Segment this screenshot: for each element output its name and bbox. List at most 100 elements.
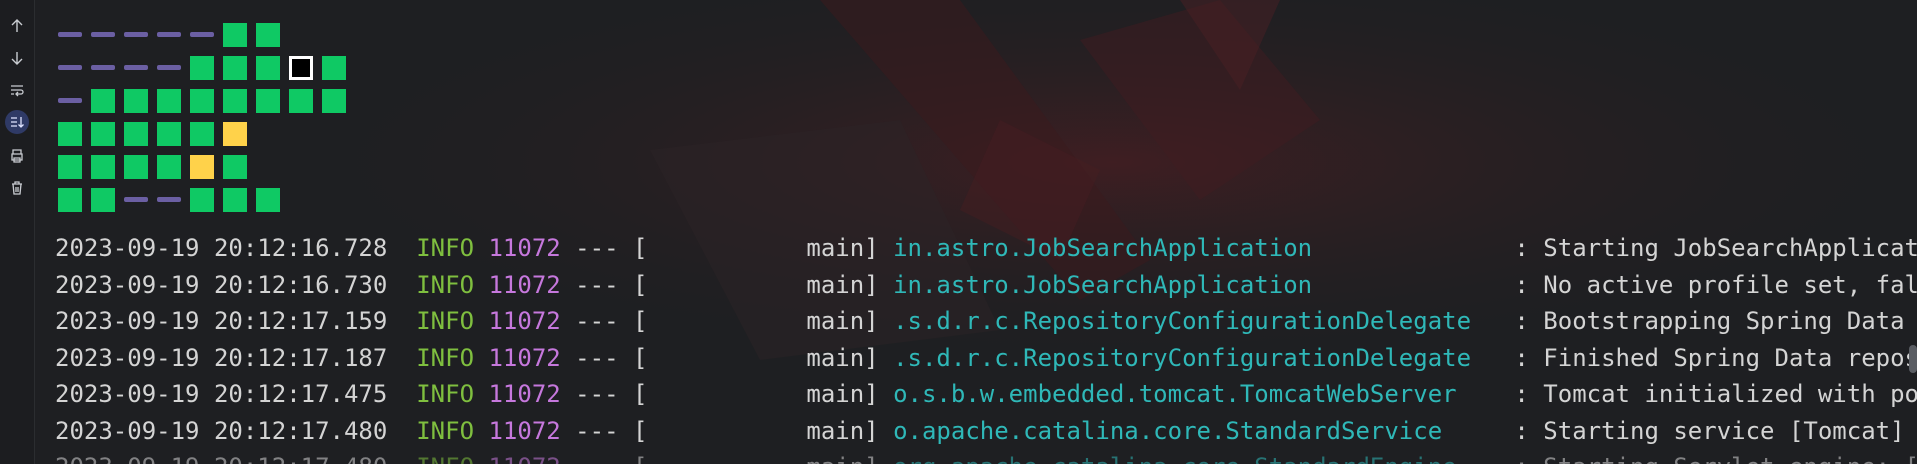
log-level: INFO xyxy=(416,343,489,372)
log-pid: 11072 xyxy=(488,343,561,372)
banner-row xyxy=(58,51,355,84)
log-level: INFO xyxy=(416,234,489,262)
log-pad xyxy=(1471,344,1514,372)
log-thread: main] xyxy=(647,343,894,372)
log-message: : Tomcat initialized with port(s): xyxy=(1514,380,1917,408)
log-logger: o.s.b.w.embedded.tomcat.TomcatWebServer xyxy=(893,380,1457,408)
banner-block xyxy=(223,88,247,113)
log-thread: main] xyxy=(647,380,894,408)
banner-block xyxy=(223,22,247,47)
banner-block xyxy=(223,154,247,179)
clear-all-button[interactable] xyxy=(5,176,29,200)
log-line: 2023-09-19 20:12:17.480 INFO 11072 --- [… xyxy=(55,449,1917,464)
banner-dash xyxy=(157,32,181,37)
log-separator: --- [ xyxy=(560,380,648,408)
print-icon xyxy=(11,149,23,163)
arrow-down-icon xyxy=(11,52,23,65)
banner-block xyxy=(256,187,280,212)
scroll-to-end-button[interactable] xyxy=(5,110,29,134)
banner-block xyxy=(58,187,82,212)
log-message: : Starting service [Tomcat] xyxy=(1514,416,1905,445)
log-logger: .s.d.r.c.RepositoryConfigurationDelegate xyxy=(893,307,1472,335)
log-pid: 11072 xyxy=(488,307,561,335)
console-output[interactable]: 2023-09-19 20:12:16.728 INFO 11072 --- [… xyxy=(34,0,1917,464)
arrow-up-icon xyxy=(11,19,23,32)
banner-row xyxy=(58,117,355,150)
banner-row xyxy=(58,183,355,216)
banner-block xyxy=(157,121,181,146)
log-line: 2023-09-19 20:12:17.159 INFO 11072 --- [… xyxy=(55,303,1917,340)
banner-block xyxy=(91,154,115,179)
log-pad xyxy=(1312,234,1514,262)
log-logger: .s.d.r.c.RepositoryConfigurationDelegate xyxy=(893,343,1472,372)
trash-icon xyxy=(12,181,22,195)
log-pid: 11072 xyxy=(488,234,561,262)
banner-dash xyxy=(58,98,82,103)
startup-banner xyxy=(58,18,355,216)
banner-block xyxy=(289,55,313,80)
log-separator: --- [ xyxy=(560,270,648,299)
banner-block xyxy=(157,88,181,113)
banner-block xyxy=(289,88,313,113)
banner-block xyxy=(256,22,280,47)
log-timestamp: 2023-09-19 20:12:17.159 xyxy=(55,307,417,335)
banner-block xyxy=(190,55,214,80)
soft-wrap-icon xyxy=(11,85,24,97)
banner-block xyxy=(58,121,82,146)
banner-dash xyxy=(58,65,82,70)
banner-block xyxy=(190,121,214,146)
print-button[interactable] xyxy=(5,144,29,168)
log-timestamp: 2023-09-19 20:12:17.475 xyxy=(55,380,417,408)
banner-block xyxy=(190,187,214,212)
log-logger: in.astro.JobSearchApplication xyxy=(893,270,1313,299)
banner-block xyxy=(322,55,346,80)
log-message: : Bootstrapping Spring Data MongoD xyxy=(1514,307,1905,335)
console-toolbar xyxy=(0,0,35,464)
banner-dash xyxy=(124,32,148,37)
log-message: : Starting JobSearchApplication us xyxy=(1514,234,1917,262)
log-level: INFO xyxy=(416,307,489,335)
log-line: 2023-09-19 20:12:16.730 INFO 11072 --- [… xyxy=(55,267,1917,304)
banner-block xyxy=(256,55,280,80)
log-pad xyxy=(1457,380,1515,408)
log-pad xyxy=(1442,417,1514,445)
banner-dash xyxy=(190,32,214,37)
banner-row xyxy=(58,150,355,183)
banner-row xyxy=(58,84,355,117)
banner-dash xyxy=(157,65,181,70)
banner-dash xyxy=(157,197,181,202)
log-separator: --- [ xyxy=(560,234,648,262)
horizontal-scroll-thumb[interactable] xyxy=(1909,345,1917,373)
log-thread: main] xyxy=(647,270,894,299)
log-level: INFO xyxy=(416,380,489,408)
scroll-to-end-icon xyxy=(11,117,24,128)
log-timestamp: 2023-09-19 20:12:16.728 xyxy=(55,234,417,262)
log-thread: main] xyxy=(647,307,894,335)
log-level: INFO xyxy=(416,270,489,299)
log-thread: main] xyxy=(647,453,893,464)
log-level: INFO xyxy=(416,453,488,464)
banner-block xyxy=(223,121,247,146)
scroll-up-button[interactable] xyxy=(5,14,29,38)
log-separator: --- [ xyxy=(561,453,647,464)
soft-wrap-button[interactable] xyxy=(5,78,29,102)
banner-block xyxy=(91,187,115,212)
log-pid: 11072 xyxy=(488,416,561,445)
log-logger: org.apache.catalina.core.StandardEngine xyxy=(893,453,1457,464)
banner-dash xyxy=(124,197,148,202)
banner-block xyxy=(190,154,214,179)
banner-block xyxy=(190,88,214,113)
log-separator: --- [ xyxy=(560,343,648,372)
log-timestamp: 2023-09-19 20:12:17.480 xyxy=(55,453,416,464)
log-line: 2023-09-19 20:12:16.728 INFO 11072 --- [… xyxy=(55,230,1917,267)
scroll-down-button[interactable] xyxy=(5,46,29,70)
log-message: : Starting Servlet engine: [Apache xyxy=(1514,453,1917,464)
banner-block xyxy=(58,154,82,179)
banner-block xyxy=(91,88,115,113)
banner-block xyxy=(91,121,115,146)
log-message: : Finished Spring Data repository xyxy=(1514,343,1917,372)
banner-block xyxy=(223,187,247,212)
log-line: 2023-09-19 20:12:17.187 INFO 11072 --- [… xyxy=(55,340,1917,377)
log-line: 2023-09-19 20:12:17.480 INFO 11072 --- [… xyxy=(55,413,1917,450)
log-timestamp: 2023-09-19 20:12:17.187 xyxy=(55,343,417,372)
